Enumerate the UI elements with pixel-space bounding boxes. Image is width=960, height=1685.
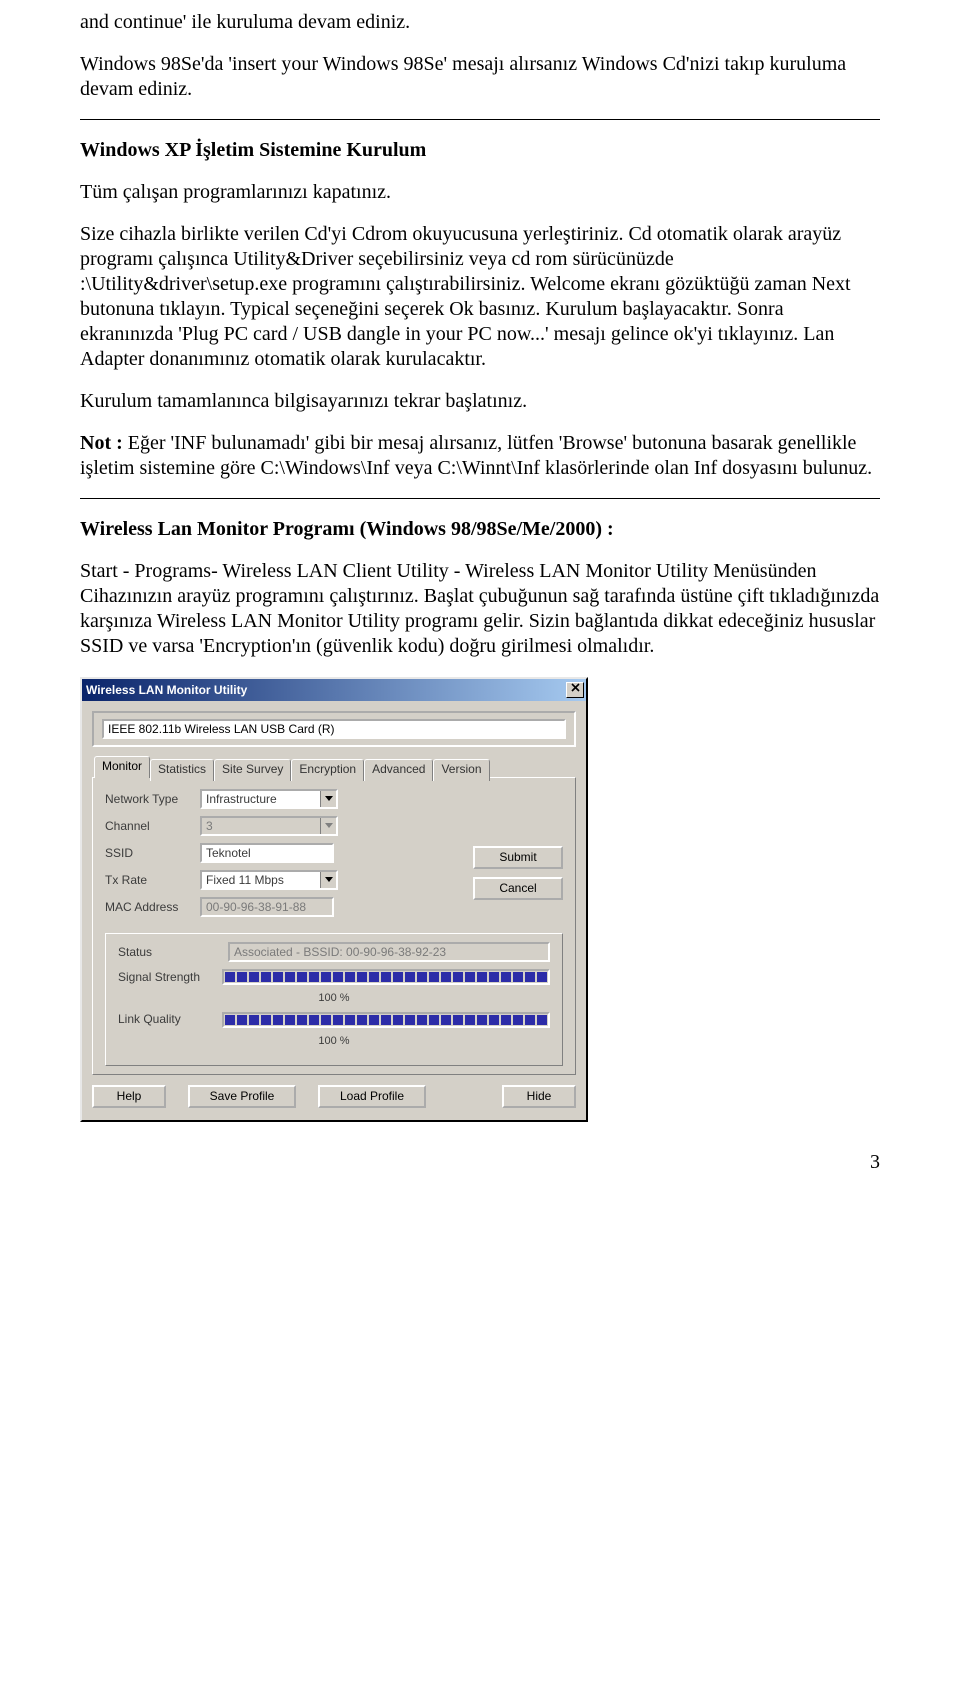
adapter-name-field: IEEE 802.11b Wireless LAN USB Card (R) bbox=[102, 719, 566, 739]
heading: Windows XP İşletim Sistemine Kurulum bbox=[80, 138, 880, 163]
label-network-type: Network Type bbox=[105, 792, 200, 807]
paragraph: Windows 98Se'da 'insert your Windows 98S… bbox=[80, 52, 880, 102]
dialog-screenshot: Wireless LAN Monitor Utility IEEE 802.11… bbox=[80, 677, 880, 1122]
paragraph: Start - Programs- Wireless LAN Client Ut… bbox=[80, 559, 880, 659]
submit-button[interactable]: Submit bbox=[473, 846, 563, 869]
chevron-down-icon bbox=[320, 818, 336, 834]
label-channel: Channel bbox=[105, 819, 200, 834]
hide-button[interactable]: Hide bbox=[502, 1085, 576, 1108]
label-link-quality: Link Quality bbox=[118, 1012, 222, 1027]
section-divider bbox=[80, 119, 880, 120]
paragraph: Tüm çalışan programlarınızı kapatınız. bbox=[80, 180, 880, 205]
paragraph: Size cihazla birlikte verilen Cd'yi Cdro… bbox=[80, 222, 880, 372]
link-quality-percent: 100 % bbox=[118, 1035, 550, 1049]
mac-address-field: 00-90-96-38-91-88 bbox=[200, 897, 334, 917]
monitor-panel: Network Type Infrastructure bbox=[92, 777, 576, 1075]
label-mac-address: MAC Address bbox=[105, 900, 200, 915]
adapter-box: IEEE 802.11b Wireless LAN USB Card (R) bbox=[92, 711, 576, 747]
close-icon bbox=[571, 683, 580, 697]
tab-statistics[interactable]: Statistics bbox=[150, 759, 214, 781]
note-prefix: Not : bbox=[80, 432, 123, 454]
paragraph: and continue' ile kuruluma devam ediniz. bbox=[80, 10, 880, 35]
signal-strength-percent: 100 % bbox=[118, 992, 550, 1006]
bottom-button-row: Help Save Profile Load Profile Hide bbox=[92, 1075, 576, 1108]
label-signal-strength: Signal Strength bbox=[118, 970, 222, 985]
chevron-down-icon bbox=[320, 791, 336, 807]
close-button[interactable] bbox=[566, 682, 584, 698]
paragraph-note: Not : Eğer 'INF bulunamadı' gibi bir mes… bbox=[80, 431, 880, 481]
note-body: Eğer 'INF bulunamadı' gibi bir mesaj alı… bbox=[80, 432, 872, 479]
tab-version[interactable]: Version bbox=[433, 759, 489, 781]
help-button[interactable]: Help bbox=[92, 1085, 166, 1108]
channel-combo[interactable]: 3 bbox=[200, 816, 338, 836]
paragraph: Kurulum tamamlanınca bilgisayarınızı tek… bbox=[80, 389, 880, 414]
link-quality-bar bbox=[222, 1012, 550, 1028]
label-ssid: SSID bbox=[105, 846, 200, 861]
network-type-combo[interactable]: Infrastructure bbox=[200, 789, 338, 809]
page-number: 3 bbox=[80, 1150, 880, 1175]
network-type-value: Infrastructure bbox=[202, 791, 320, 807]
tab-strip: Monitor Statistics Site Survey Encryptio… bbox=[92, 757, 576, 779]
signal-strength-bar bbox=[222, 969, 550, 985]
ssid-input[interactable]: Teknotel bbox=[200, 843, 334, 863]
label-status: Status bbox=[118, 945, 228, 960]
status-panel: Status Associated - BSSID: 00-90-96-38-9… bbox=[105, 933, 563, 1066]
cancel-button[interactable]: Cancel bbox=[473, 877, 563, 900]
section-divider bbox=[80, 498, 880, 499]
tab-advanced[interactable]: Advanced bbox=[364, 759, 433, 781]
tab-encryption[interactable]: Encryption bbox=[291, 759, 364, 781]
tab-site-survey[interactable]: Site Survey bbox=[214, 759, 291, 781]
load-profile-button[interactable]: Load Profile bbox=[318, 1085, 426, 1108]
save-profile-button[interactable]: Save Profile bbox=[188, 1085, 296, 1108]
wireless-lan-monitor-dialog: Wireless LAN Monitor Utility IEEE 802.11… bbox=[80, 677, 588, 1122]
heading: Wireless Lan Monitor Programı (Windows 9… bbox=[80, 517, 880, 542]
label-tx-rate: Tx Rate bbox=[105, 873, 200, 888]
window-title: Wireless LAN Monitor Utility bbox=[86, 683, 566, 698]
tx-rate-value: Fixed 11 Mbps bbox=[202, 872, 320, 888]
document-page: and continue' ile kuruluma devam ediniz.… bbox=[0, 0, 960, 1195]
tab-monitor[interactable]: Monitor bbox=[94, 756, 150, 778]
chevron-down-icon bbox=[320, 872, 336, 888]
titlebar[interactable]: Wireless LAN Monitor Utility bbox=[82, 679, 586, 701]
tx-rate-combo[interactable]: Fixed 11 Mbps bbox=[200, 870, 338, 890]
status-value: Associated - BSSID: 00-90-96-38-92-23 bbox=[228, 942, 550, 962]
channel-value: 3 bbox=[202, 818, 320, 834]
